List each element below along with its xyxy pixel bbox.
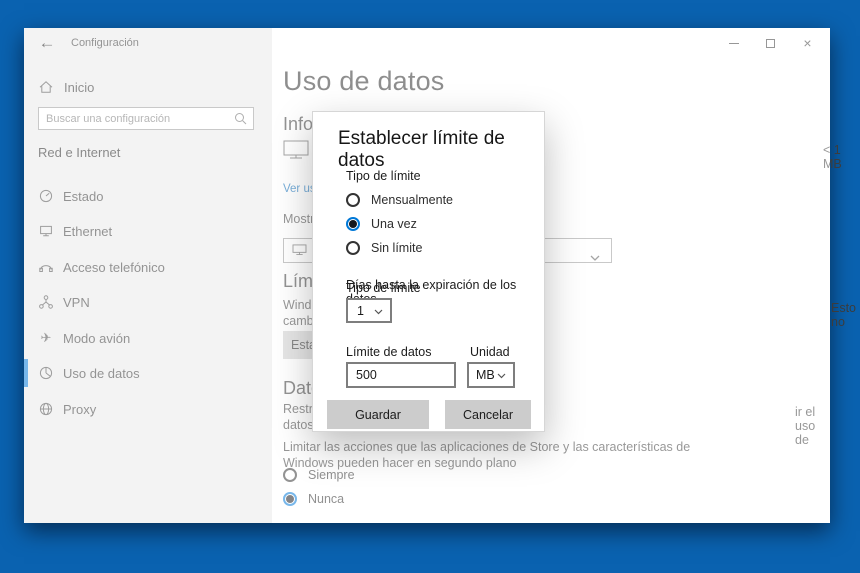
data-limit-label: Límite de datos — [346, 345, 431, 359]
radio-label: Una vez — [371, 217, 417, 231]
days-dropdown[interactable]: 1 — [346, 298, 392, 323]
unit-dropdown[interactable]: MB — [467, 362, 515, 388]
desktop: ← Configuración Inicio Red e Internet — [0, 0, 860, 573]
set-data-limit-dialog: Establecer límite de datos Tipo de límit… — [312, 111, 545, 432]
chevron-down-icon — [374, 304, 383, 318]
unit-value: MB — [476, 368, 495, 382]
days-value: 1 — [357, 304, 364, 318]
dialog-title: Establecer límite de datos — [338, 128, 544, 172]
chevron-down-icon — [497, 368, 506, 382]
data-limit-input[interactable] — [346, 362, 456, 388]
radio-mensualmente[interactable]: Mensualmente — [346, 193, 453, 207]
limit-type-label: Tipo de límite — [346, 169, 421, 183]
radio-circle — [346, 241, 360, 255]
save-button[interactable]: Guardar — [327, 400, 429, 429]
radio-circle — [346, 193, 360, 207]
radio-sin-limite[interactable]: Sin límite — [346, 241, 422, 255]
unit-label: Unidad — [470, 345, 510, 359]
cancel-button[interactable]: Cancelar — [445, 400, 531, 429]
limit-desc-line1-right: Esto no — [831, 301, 856, 329]
radio-label: Mensualmente — [371, 193, 453, 207]
radio-circle-checked — [346, 217, 360, 231]
radio-una-vez[interactable]: Una vez — [346, 217, 417, 231]
radio-label: Sin límite — [371, 241, 422, 255]
